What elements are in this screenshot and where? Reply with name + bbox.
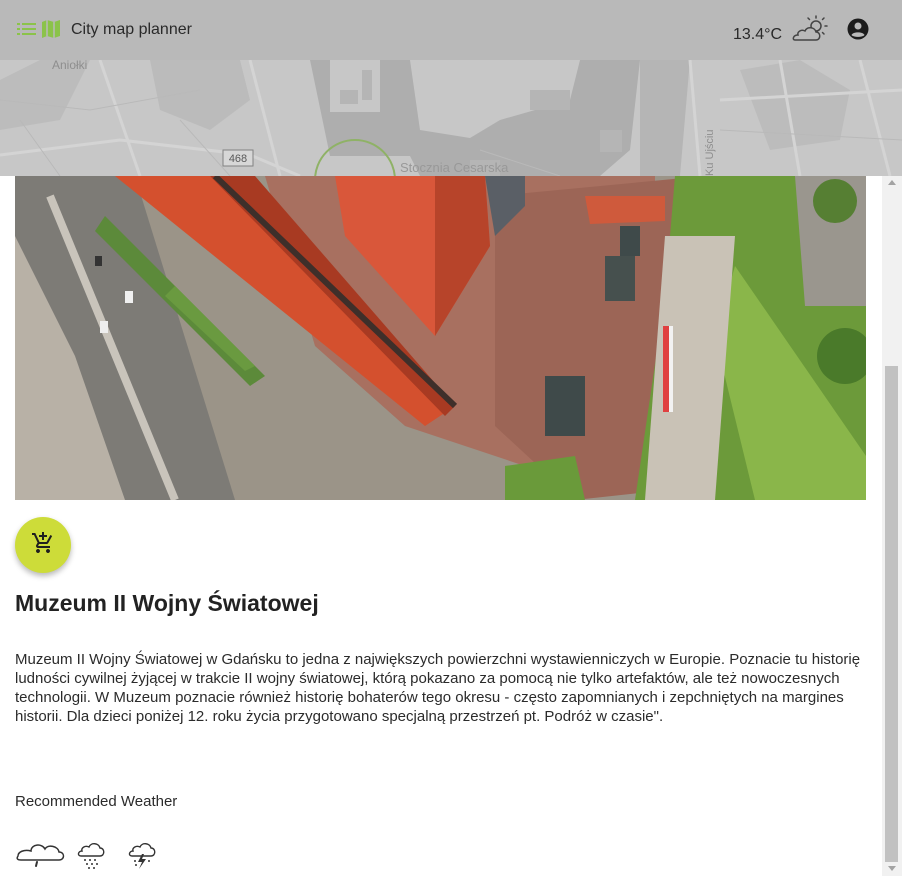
- partly-sunny-cloud-icon: [790, 15, 830, 48]
- map-overlay: [0, 60, 902, 176]
- map-icon[interactable]: [41, 19, 61, 44]
- app-title: City map planner: [71, 21, 192, 38]
- rain-cloud-icon: [77, 843, 105, 869]
- temperature-value: 13.4°C: [733, 26, 783, 43]
- scroll-down-arrow-icon[interactable]: [888, 866, 896, 871]
- thunderstorm-cloud-icon: [128, 843, 156, 869]
- cloudy-icon: [16, 844, 65, 867]
- recommended-weather-label: Recommended Weather: [15, 793, 178, 810]
- place-description: Muzeum II Wojny Światowej w Gdańsku to j…: [15, 651, 861, 725]
- app-header: City map planner 13.4°C: [0, 0, 902, 60]
- add-shopping-cart-icon: [31, 531, 55, 560]
- account-circle-icon[interactable]: [847, 18, 869, 45]
- scrollbar-thumb[interactable]: [885, 366, 898, 862]
- menu-list-icon[interactable]: [17, 21, 37, 42]
- museum-aerial-photo: [15, 176, 866, 500]
- place-title: Muzeum II Wojny Światowej: [15, 590, 319, 616]
- vertical-scrollbar[interactable]: [882, 176, 902, 876]
- place-details-panel: Muzeum II Wojny Światowej Muzeum II Wojn…: [0, 176, 882, 876]
- scroll-up-arrow-icon[interactable]: [888, 180, 896, 185]
- add-to-cart-button[interactable]: [15, 517, 71, 573]
